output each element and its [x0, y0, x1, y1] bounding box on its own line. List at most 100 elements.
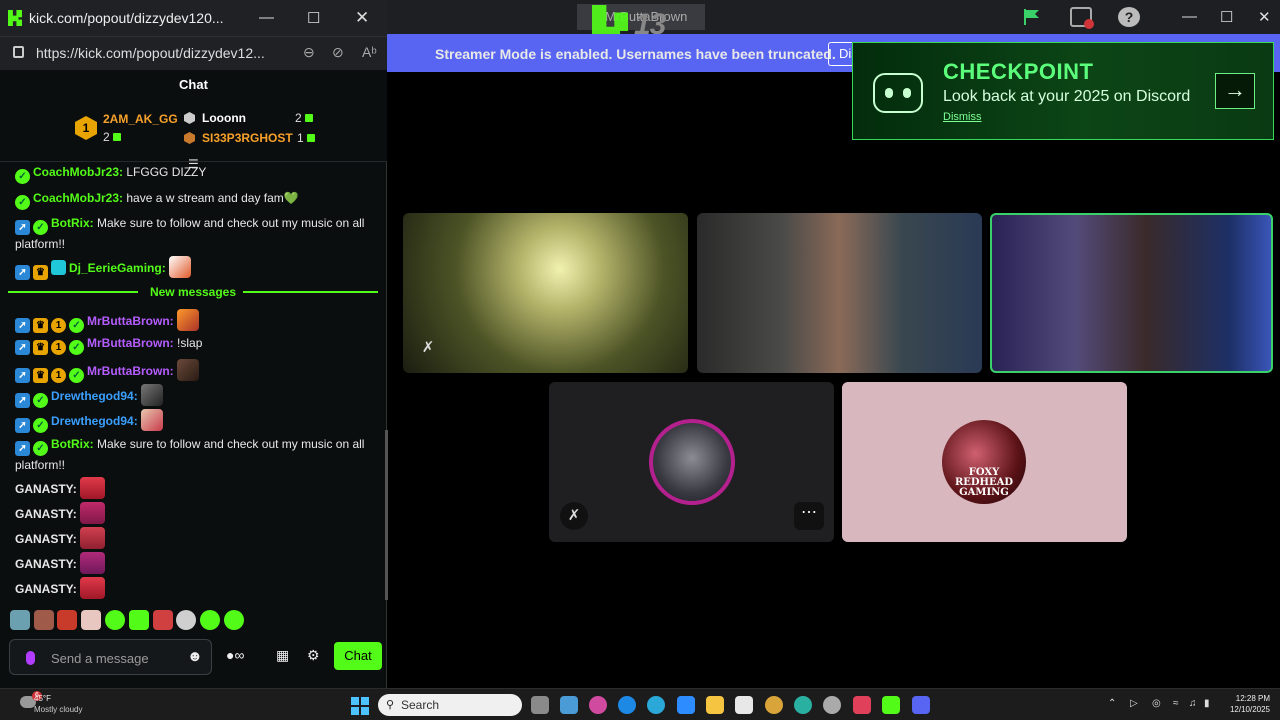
more-options-icon[interactable]: ⋯ [794, 502, 824, 530]
chat-username[interactable]: MrButtaBrown [87, 336, 170, 350]
pin-badge-icon: ➚ [15, 340, 30, 355]
video-tile-speaking[interactable] [990, 213, 1273, 373]
arrow-right-icon[interactable]: → [1215, 73, 1255, 109]
close-button[interactable]: ✕ [355, 8, 369, 28]
copilot-app-icon[interactable] [589, 696, 607, 714]
send-chat-button[interactable]: Chat [334, 642, 382, 670]
edge-icon[interactable] [794, 696, 812, 714]
minimize-button[interactable]: — [259, 9, 274, 26]
help-icon[interactable]: ? [1118, 7, 1140, 27]
leaderboard-name[interactable]: SI33P3RGHOST [202, 131, 293, 145]
gear-icon[interactable]: ⚙ [307, 647, 320, 664]
rank-hex-icon [184, 132, 195, 144]
store-app-icon[interactable] [735, 696, 753, 714]
verified-badge-icon: ✓ [33, 418, 48, 433]
colon-separator: : [72, 582, 81, 596]
emote-button[interactable] [57, 610, 77, 630]
zoom-icon[interactable]: ⊖ [303, 44, 315, 61]
windows-start-icon[interactable] [351, 697, 369, 715]
volume-icon[interactable]: ♫ [1189, 698, 1197, 709]
mic-muted-icon: ✗ [560, 502, 588, 530]
read-aloud-icon[interactable]: Aᵇ [362, 44, 377, 60]
maximize-button[interactable]: ☐ [307, 9, 320, 27]
chevron-up-icon[interactable]: ⌃ [1108, 698, 1116, 709]
pin-badge-icon: ➚ [15, 220, 30, 235]
screen-share-icon[interactable] [1070, 7, 1094, 29]
system-clock[interactable]: 12:28 PM 12/10/2025 [1220, 693, 1270, 715]
task-view-icon[interactable] [531, 696, 549, 714]
emote-button[interactable] [81, 610, 101, 630]
url-text[interactable]: https://kick.com/popout/dizzydev12... [36, 45, 265, 61]
chat-username[interactable]: CoachMobJr23 [33, 165, 119, 179]
maximize-button[interactable]: ☐ [1220, 8, 1233, 26]
chat-username[interactable]: MrButtaBrown [87, 364, 170, 378]
chat-messages[interactable]: ✓ CoachMobJr23: LFGGG DIZZY ✓ CoachMobJr23… [0, 163, 385, 603]
battery-icon[interactable]: ▮ [1204, 698, 1210, 709]
emote-button[interactable] [129, 610, 149, 630]
new-messages-label: New messages [149, 285, 237, 299]
discord-app-icon[interactable] [912, 696, 930, 714]
checkpoint-dismiss-link[interactable]: Dismiss [943, 111, 982, 123]
emote-button[interactable] [224, 610, 244, 630]
chat-username[interactable]: GANASTY [15, 507, 73, 521]
emote-button[interactable] [176, 610, 196, 630]
tracking-prevention-icon[interactable]: ⊘ [332, 44, 344, 61]
chat-username[interactable]: GANASTY [15, 557, 73, 571]
close-button[interactable]: ✕ [1258, 8, 1271, 26]
chat-scrollbar[interactable] [385, 430, 388, 600]
kicks-icon[interactable]: ●∞ [226, 647, 244, 663]
emoji-icon[interactable]: ☻ [187, 648, 203, 665]
video-tile[interactable] [697, 213, 982, 373]
chat-text: !slap [177, 336, 203, 350]
avatar-tile[interactable]: ✗ ⋯ [549, 382, 834, 542]
discord-titlebar: MrButtaBrown 13 ? — ☐ ✕ [387, 0, 1280, 67]
chat-username[interactable]: Drewthegod94 [51, 389, 134, 403]
hp-icon[interactable] [618, 696, 636, 714]
mic-icon[interactable] [26, 651, 35, 665]
wifi-icon[interactable]: ≈ [1173, 698, 1179, 709]
copilot-icon[interactable] [560, 696, 578, 714]
leaderboard-name[interactable]: Looonn [202, 111, 246, 125]
chat-username[interactable]: BotRix [51, 437, 90, 451]
chat-username[interactable]: CoachMobJr23 [33, 191, 119, 205]
chat-username[interactable]: Dj_EerieGaming [69, 261, 162, 275]
flag-icon[interactable] [1021, 7, 1043, 27]
chat-username[interactable]: GANASTY [15, 582, 73, 596]
emote-button[interactable] [200, 610, 220, 630]
search-icon: ⚲ [386, 699, 395, 711]
emote-button[interactable] [34, 610, 54, 630]
emote-button[interactable] [10, 610, 30, 630]
gift-icon [306, 134, 315, 142]
emote-image [141, 384, 164, 406]
store-icon[interactable]: ▦ [276, 647, 289, 664]
settings-app-icon[interactable] [823, 696, 841, 714]
edge-app-icon[interactable] [765, 696, 783, 714]
zoom-app-icon[interactable] [677, 696, 695, 714]
leaderboard-name[interactable]: 2AM_AK_GG [103, 112, 178, 126]
chat-username[interactable]: GANASTY [15, 532, 73, 546]
gift-icon [304, 114, 313, 122]
emote-button[interactable] [153, 610, 173, 630]
chat-username[interactable]: BotRix [51, 216, 90, 230]
chat-username[interactable]: Drewthegod94 [51, 414, 134, 428]
weather-widget[interactable]: 6 45°F Mostly cloudy [14, 691, 124, 719]
taskbar-search[interactable]: ⚲ Search [378, 694, 522, 716]
colon-separator: : [72, 507, 81, 521]
file-explorer-icon[interactable] [706, 696, 724, 714]
kick-app-icon[interactable] [882, 696, 900, 714]
rank-medal-icon: 1 [75, 116, 97, 140]
avatar-tile[interactable]: FOXY REDHEAD GAMING [842, 382, 1127, 542]
app-tray-icon[interactable]: ▷ [1130, 698, 1138, 709]
colon-separator: : [89, 216, 98, 230]
maps-app-icon[interactable] [853, 696, 871, 714]
chat-username[interactable]: GANASTY [15, 482, 73, 496]
chat-input[interactable]: Send a message ☻ [9, 639, 212, 675]
video-tile[interactable]: ✗ [403, 213, 688, 373]
chat-username[interactable]: MrButtaBrown [87, 314, 170, 328]
minimize-button[interactable]: — [1182, 8, 1197, 25]
emote-button[interactable] [105, 610, 125, 630]
address-bar[interactable]: https://kick.com/popout/dizzydev12... ⊖ … [0, 36, 387, 70]
colon-separator: : [72, 482, 81, 496]
app-icon[interactable] [647, 696, 665, 714]
microphone-icon[interactable]: ◎ [1152, 698, 1161, 709]
